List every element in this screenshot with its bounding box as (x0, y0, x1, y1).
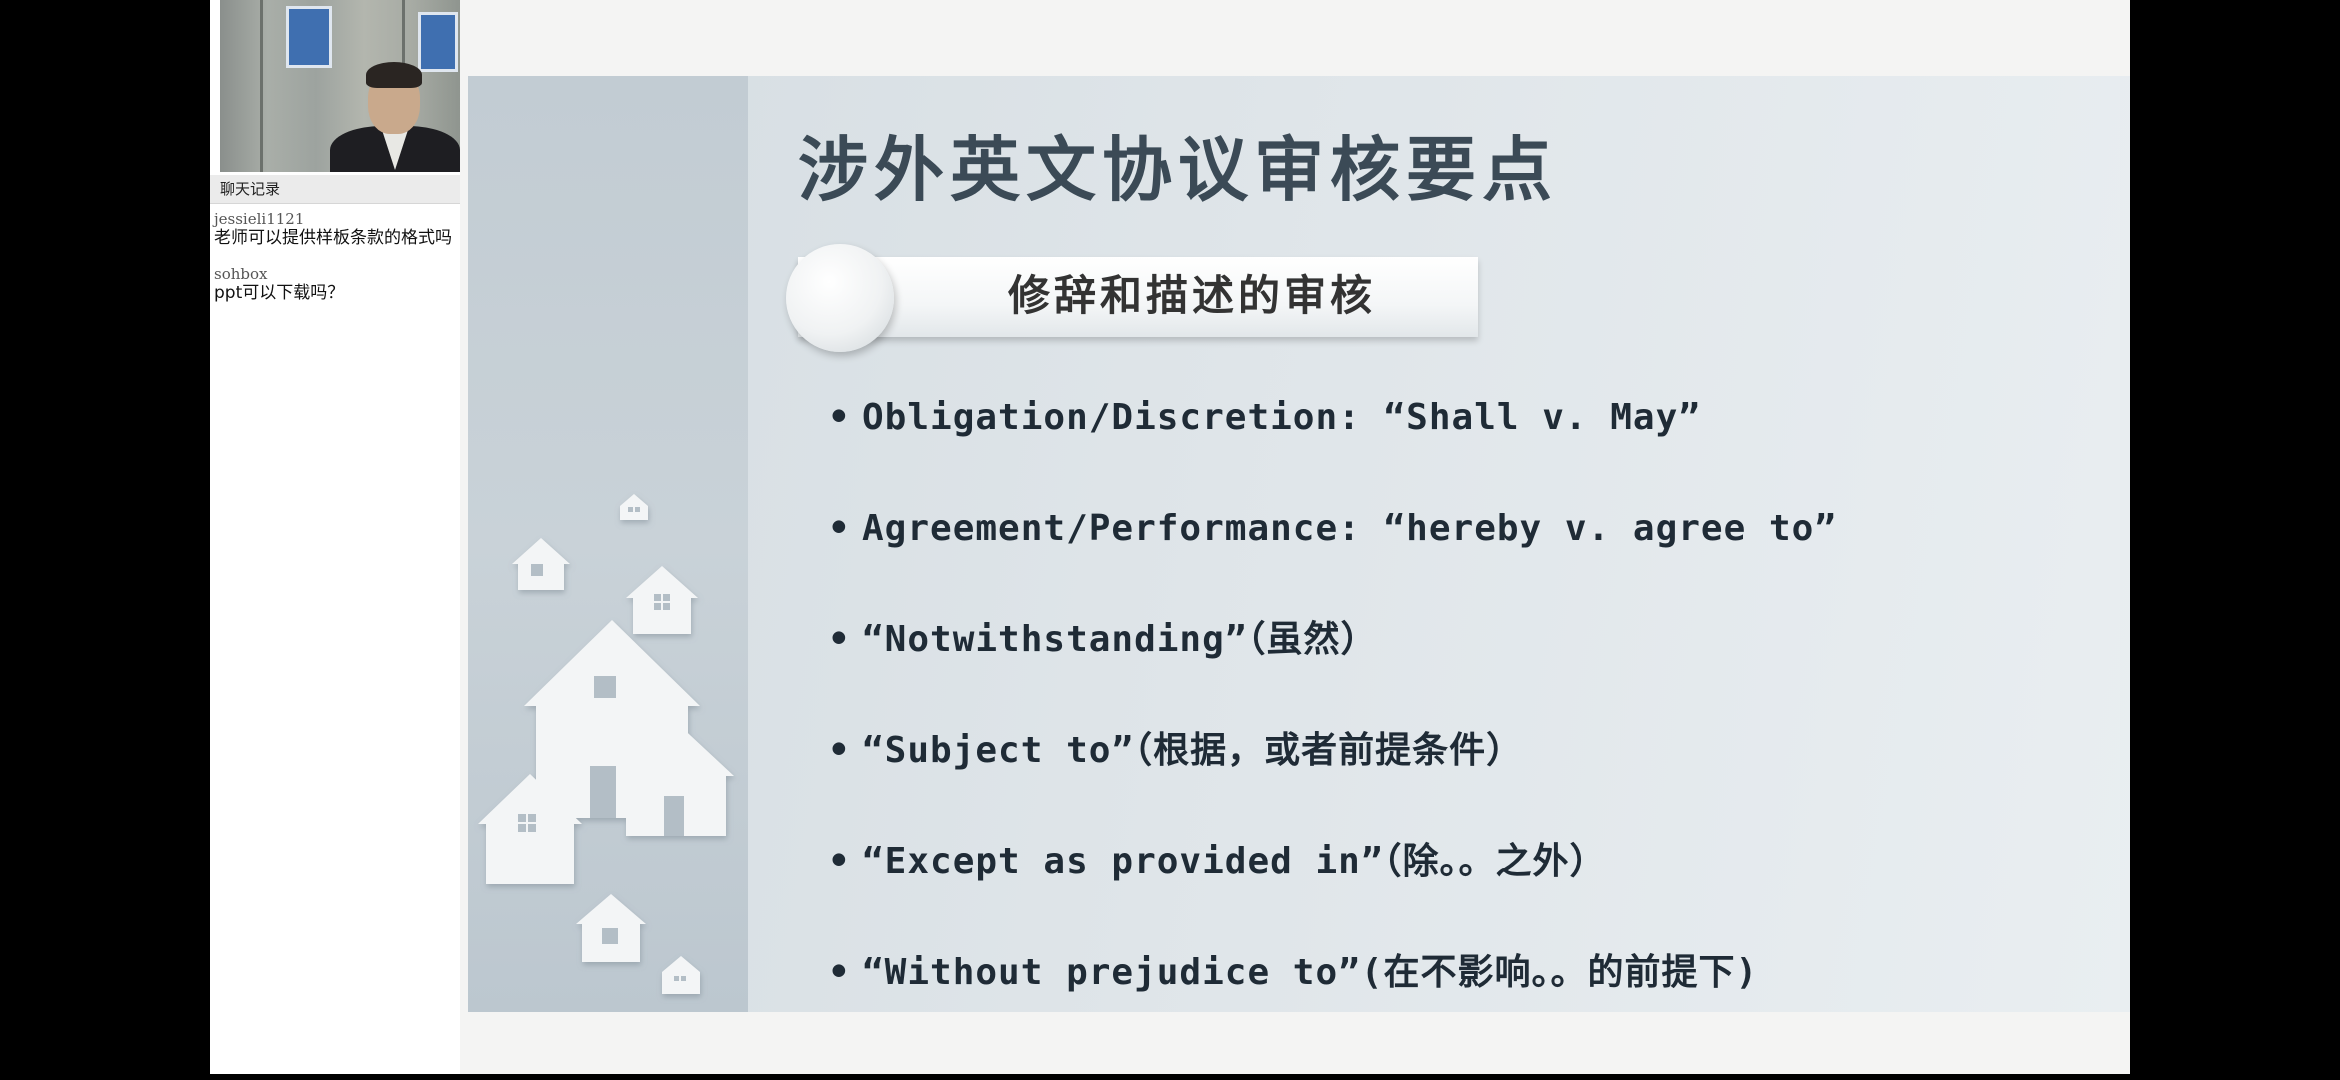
presenter-hair (366, 62, 422, 88)
bullet-text: “Except as provided in”（除。。之外） (862, 841, 1607, 882)
chat-header: 聊天记录 (210, 175, 460, 204)
bullet-item: • “Subject to”（根据，或者前提条件） (828, 695, 2118, 806)
slide-viewer[interactable]: 涉外英文协议审核要点 修辞和描述的审核 • Obligation/Discreti… (460, 0, 2130, 1074)
bullet-item: • “Except as provided in”（除。。之外） (828, 806, 2118, 917)
bullet-text: Obligation/Discretion: “Shall v. May” (862, 397, 1701, 438)
chat-message-text: ppt可以下载吗？ (214, 283, 345, 303)
bullet-text: “Without prejudice to”(在不影响。。的前提下) (862, 952, 1759, 993)
bullet-dot-icon: • (828, 730, 851, 771)
bullet-text: Agreement/Performance: “hereby v. agree … (862, 508, 1837, 549)
wall-poster-icon (286, 6, 332, 68)
bullet-dot-icon: • (828, 952, 851, 993)
chat-message: sohbox ppt可以下载吗？ (214, 265, 458, 304)
bullet-item: • “Without prejudice to”(在不影响。。的前提下) (828, 917, 2118, 1012)
bullet-item: • “Notwithstanding”（虽然） (828, 584, 2118, 695)
presenter-video-feed[interactable] (220, 0, 460, 172)
chat-message: jessieli1121 老师可以提供样板条款的格式吗 (214, 210, 458, 249)
wall-line (260, 0, 263, 172)
chat-message-text: 老师可以提供样板条款的格式吗 (214, 228, 452, 248)
bullet-dot-icon: • (828, 508, 851, 549)
bullet-item: • Agreement/Performance: “hereby v. agree… (828, 473, 2118, 584)
chat-username: jessieli1121 (214, 210, 305, 228)
presentation-slide: 涉外英文协议审核要点 修辞和描述的审核 • Obligation/Discreti… (468, 76, 2130, 1012)
section-banner-circle-icon (786, 244, 894, 352)
wall-poster-icon (418, 12, 458, 72)
houses-illustration-icon (478, 494, 734, 994)
bullet-dot-icon: • (828, 397, 851, 438)
slide-title: 涉外英文协议审核要点 (798, 128, 1558, 211)
bullet-text: “Subject to”（根据，或者前提条件） (862, 730, 1524, 771)
section-banner-text: 修辞和描述的审核 (1008, 271, 1377, 320)
bullet-dot-icon: • (828, 619, 851, 660)
bullet-list: • Obligation/Discretion: “Shall v. May” •… (828, 362, 2118, 1012)
chat-message-list[interactable]: jessieli1121 老师可以提供样板条款的格式吗 sohbox ppt可以… (214, 210, 458, 320)
bullet-dot-icon: • (828, 841, 851, 882)
left-panel: 聊天记录 jessieli1121 老师可以提供样板条款的格式吗 sohbox … (210, 0, 460, 1074)
bullet-text: “Notwithstanding”（虽然） (862, 619, 1378, 660)
chat-username: sohbox (214, 265, 268, 283)
bullet-item: • Obligation/Discretion: “Shall v. May” (828, 362, 2118, 473)
